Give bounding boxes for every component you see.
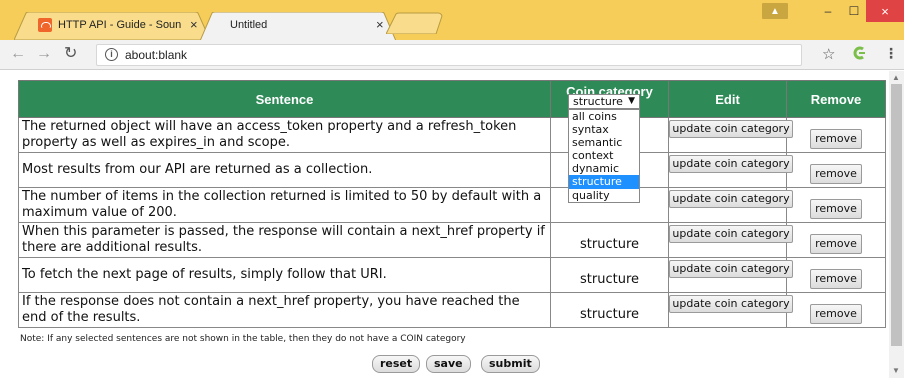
edit-cell: update coin category xyxy=(668,117,793,153)
scroll-down-icon[interactable]: ▼ xyxy=(892,366,900,375)
update-coin-category-button[interactable]: update coin category xyxy=(669,225,793,243)
sentence-cell: If the response does not contain a next_… xyxy=(18,292,551,328)
category-cell: structure xyxy=(550,292,669,328)
sentence-cell: To fetch the next page of results, simpl… xyxy=(18,257,551,293)
dropdown-arrow-icon: ▼ xyxy=(628,96,635,106)
category-filter-select[interactable]: structure ▼ xyxy=(568,94,640,109)
dropdown-option[interactable]: context xyxy=(569,149,639,162)
remove-button[interactable]: remove xyxy=(810,269,862,289)
extension-icon[interactable] xyxy=(852,46,866,60)
table-row: If the response does not contain a next_… xyxy=(18,292,886,328)
edit-cell: update coin category xyxy=(668,222,793,258)
dropdown-option[interactable]: semantic xyxy=(569,136,639,149)
update-coin-category-button[interactable]: update coin category xyxy=(669,260,793,278)
browser-toolbar: ← → ↻ i about:blank ☆ ⋮ xyxy=(0,40,904,70)
remove-cell: remove xyxy=(786,257,886,293)
update-coin-category-button[interactable]: update coin category xyxy=(669,190,793,208)
address-bar[interactable]: i about:blank xyxy=(96,44,802,66)
update-coin-category-button[interactable]: update coin category xyxy=(669,155,793,173)
remove-cell: remove xyxy=(786,222,886,258)
dropdown-option[interactable]: syntax xyxy=(569,123,639,136)
category-cell: structure xyxy=(550,222,669,258)
dropdown-option[interactable]: all coins xyxy=(569,110,639,123)
table-row: When this parameter is passed, the respo… xyxy=(18,222,886,258)
soundcloud-favicon-icon xyxy=(38,18,52,32)
remove-cell: remove xyxy=(786,152,886,188)
sentence-cell: Most results from our API are returned a… xyxy=(18,152,551,188)
remove-cell: remove xyxy=(786,187,886,223)
tab-untitled[interactable]: Untitled × xyxy=(200,12,396,41)
table-row: Most results from our API are returned a… xyxy=(18,152,886,188)
update-coin-category-button[interactable]: update coin category xyxy=(669,120,793,138)
save-button[interactable]: save xyxy=(426,355,471,373)
remove-cell: remove xyxy=(786,117,886,153)
maximize-icon[interactable]: ☐ xyxy=(842,0,866,22)
reset-button[interactable]: reset xyxy=(372,355,421,373)
update-coin-category-button[interactable]: update coin category xyxy=(669,295,793,313)
minimize-icon[interactable]: – xyxy=(816,0,840,22)
header-remove: Remove xyxy=(786,80,886,118)
dropdown-option[interactable]: structure xyxy=(569,175,639,189)
remove-button[interactable]: remove xyxy=(810,234,862,254)
page-scrollbar[interactable]: ▲ ▼ xyxy=(889,71,904,378)
new-tab-button[interactable] xyxy=(386,12,446,40)
tab-title: HTTP API - Guide - Soun xyxy=(58,19,182,31)
scrollbar-thumb[interactable] xyxy=(891,84,902,346)
edit-cell: update coin category xyxy=(668,152,793,188)
submit-button[interactable]: submit xyxy=(481,355,540,373)
user-profile-icon[interactable]: ▲ xyxy=(762,3,788,19)
dropdown-option[interactable]: dynamic xyxy=(569,162,639,175)
forward-arrow-icon[interactable]: → xyxy=(36,45,52,63)
sentence-cell: When this parameter is passed, the respo… xyxy=(18,222,551,258)
tab-title: Untitled xyxy=(230,19,268,31)
tab-close-icon[interactable]: × xyxy=(376,17,384,32)
sentence-cell: The returned object will have an access_… xyxy=(18,117,551,153)
edit-cell: update coin category xyxy=(668,257,793,293)
remove-button[interactable]: remove xyxy=(810,304,862,324)
remove-button[interactable]: remove xyxy=(810,129,862,149)
header-edit: Edit xyxy=(668,80,787,118)
new-tab-icon xyxy=(386,12,443,34)
browser-menu-icon[interactable]: ⋮ xyxy=(884,45,898,62)
close-window-icon[interactable]: × xyxy=(866,0,904,22)
sentence-table: Sentence Coin category Edit Remove The r… xyxy=(18,80,886,328)
back-arrow-icon[interactable]: ← xyxy=(10,45,26,63)
table-header-row: Sentence Coin category Edit Remove xyxy=(18,80,886,118)
table-row: The returned object will have an access_… xyxy=(18,117,886,153)
table-row: To fetch the next page of results, simpl… xyxy=(18,257,886,293)
remove-button[interactable]: remove xyxy=(810,199,862,219)
page-content: Sentence Coin category Edit Remove The r… xyxy=(0,71,904,378)
category-dropdown-list: all coins syntax semantic context dynamic str… xyxy=(568,109,640,203)
category-filter-value: structure xyxy=(573,95,623,108)
tab-close-icon[interactable]: × xyxy=(190,17,198,32)
remove-cell: remove xyxy=(786,292,886,328)
header-sentence: Sentence xyxy=(18,80,551,118)
dropdown-option[interactable]: quality xyxy=(569,189,639,202)
address-url[interactable]: about:blank xyxy=(125,48,187,62)
edit-cell: update coin category xyxy=(668,292,793,328)
scroll-up-icon[interactable]: ▲ xyxy=(892,73,900,82)
remove-button[interactable]: remove xyxy=(810,164,862,184)
edit-cell: update coin category xyxy=(668,187,793,223)
browser-titlebar: HTTP API - Guide - Soun × Untitled × ▲ –… xyxy=(0,0,904,41)
table-note: Note: If any selected sentences are not … xyxy=(20,334,466,344)
bookmark-star-icon[interactable]: ☆ xyxy=(822,45,835,63)
info-icon[interactable]: i xyxy=(105,48,118,61)
category-cell: structure xyxy=(550,257,669,293)
sentence-cell: The number of items in the collection re… xyxy=(18,187,551,223)
reload-icon[interactable]: ↻ xyxy=(64,45,77,63)
tab-http-api-guide[interactable]: HTTP API - Guide - Soun × xyxy=(14,12,210,40)
table-row: The number of items in the collection re… xyxy=(18,187,886,223)
